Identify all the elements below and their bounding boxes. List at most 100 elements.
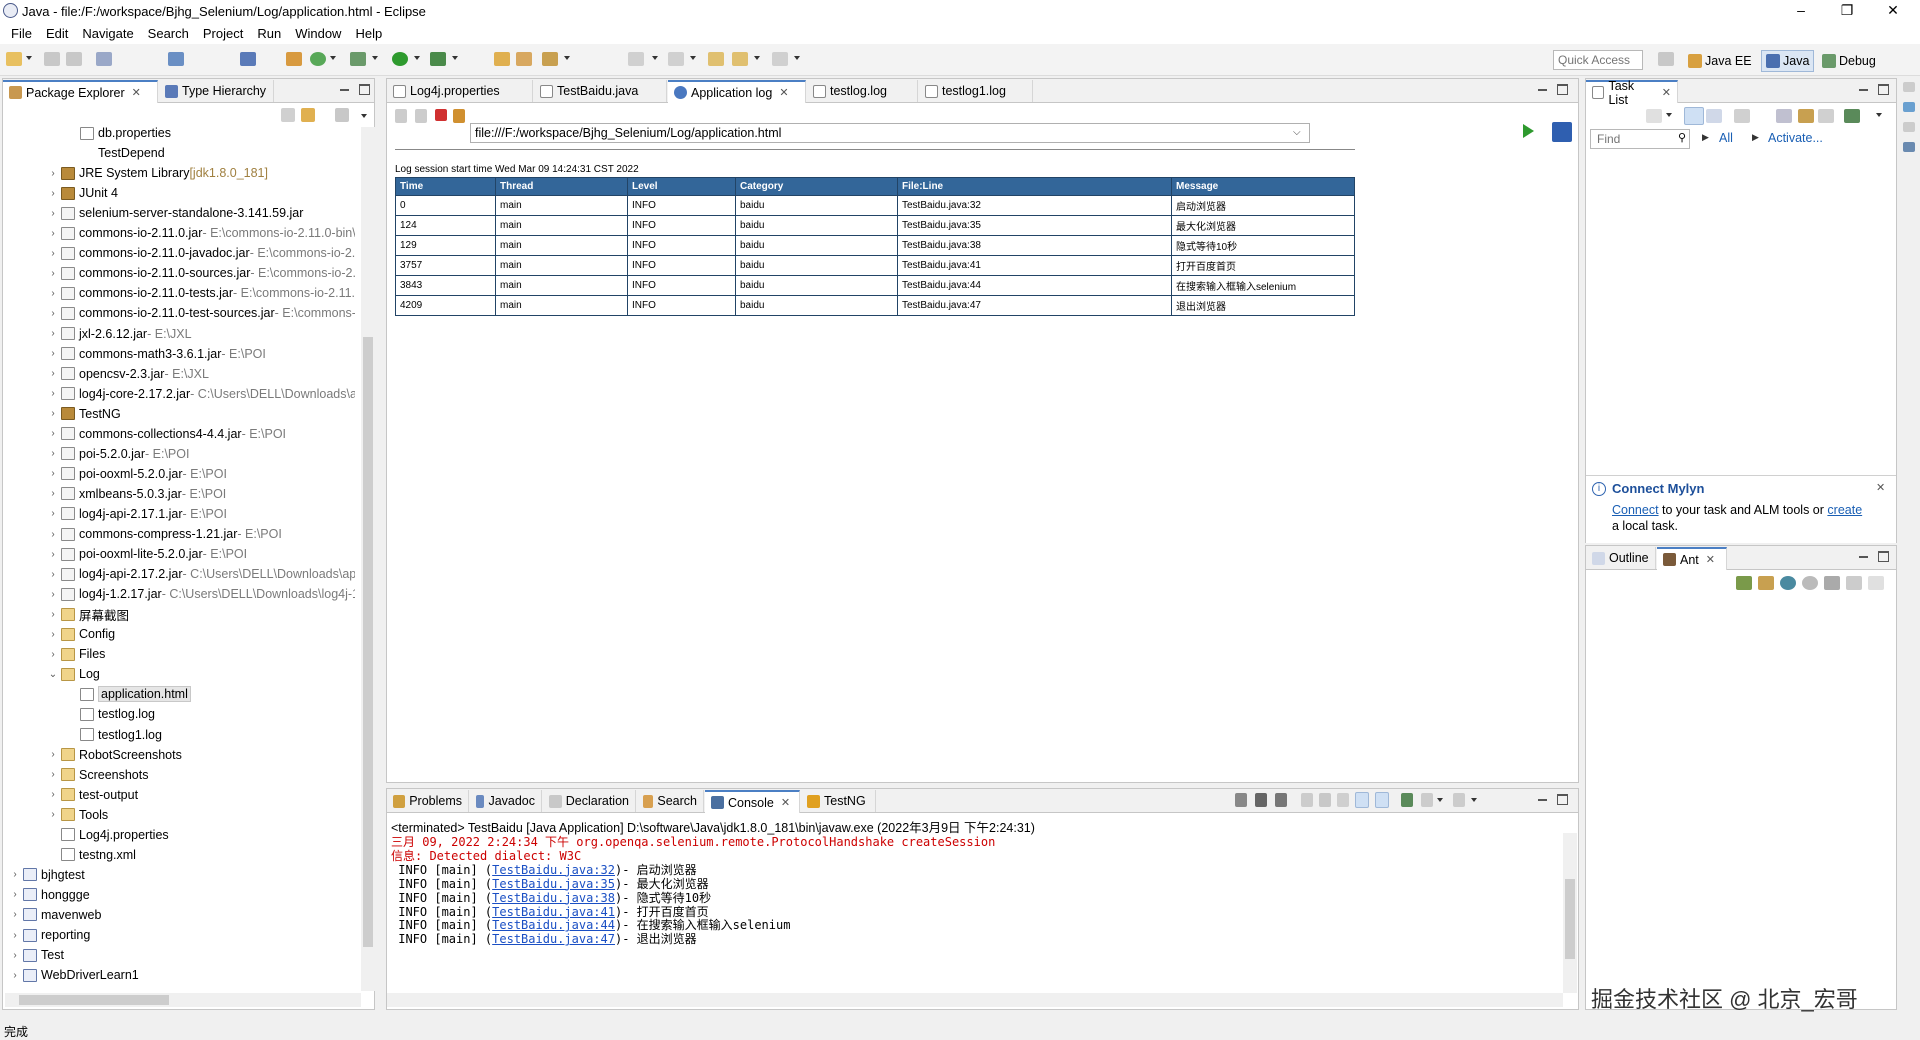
next-annotation-dropdown-icon[interactable] [652, 56, 658, 60]
minimize-icon[interactable] [1858, 551, 1869, 562]
next-annotation-icon[interactable] [628, 52, 644, 66]
chevron-right-icon[interactable]: › [47, 629, 59, 640]
external-tools-icon[interactable] [430, 52, 446, 66]
show-on-error-icon[interactable] [1375, 792, 1389, 808]
tree-item[interactable]: › RobotScreenshots [7, 747, 182, 763]
chevron-right-icon[interactable]: › [47, 649, 59, 660]
hide-completed-icon[interactable] [1734, 109, 1750, 123]
minimize-icon[interactable] [1858, 84, 1869, 95]
tab-testbaidu-java[interactable]: TestBaidu.java [534, 80, 667, 102]
chevron-right-icon[interactable]: › [47, 368, 59, 379]
restore-icon[interactable] [1903, 122, 1915, 132]
menu-navigate[interactable]: Navigate [75, 26, 140, 41]
tree-item[interactable]: › test-output [7, 787, 138, 803]
view-menu-icon[interactable] [361, 114, 367, 118]
tree-item[interactable]: ⌄ Log [7, 666, 100, 682]
tree-item[interactable]: › Files [7, 646, 105, 662]
tree-item[interactable]: › poi-ooxml-5.2.0.jar - E:\POI [7, 466, 227, 482]
debug-icon[interactable] [350, 52, 366, 66]
tab-declaration[interactable]: Declaration [543, 790, 636, 812]
tree-item[interactable]: › TestNG [7, 406, 120, 422]
tree-item[interactable]: › bjhgtest [7, 867, 84, 883]
minimize-icon[interactable] [1537, 84, 1548, 95]
prev-annotation-dropdown-icon[interactable] [690, 56, 696, 60]
connect-link[interactable]: Connect [1612, 503, 1659, 517]
scheduled-icon[interactable] [1706, 109, 1722, 123]
tree-scroll-thumb[interactable] [363, 337, 373, 947]
new-icon[interactable] [6, 52, 22, 66]
maximize-button[interactable]: ❐ [1824, 0, 1870, 22]
chevron-right-icon[interactable]: › [47, 388, 59, 399]
open-perspective-icon[interactable] [1658, 52, 1674, 66]
view-menu-icon[interactable] [1868, 576, 1884, 590]
collapse-all-icon[interactable] [281, 108, 295, 122]
remove-all-icon[interactable] [1846, 576, 1862, 590]
chevron-right-icon[interactable]: › [9, 970, 21, 981]
tree-item[interactable]: › commons-io-2.11.0.jar - E:\commons-io-2… [7, 225, 355, 241]
chevron-right-icon[interactable]: › [47, 288, 59, 299]
task-find-input[interactable] [1590, 129, 1690, 149]
run-icon[interactable] [392, 52, 408, 66]
show-on-output-icon[interactable] [1355, 792, 1369, 808]
open-console-icon[interactable] [1453, 793, 1465, 807]
tree-item[interactable]: › WebDriverLearn1 [7, 967, 138, 983]
minimize-icon[interactable] [339, 84, 350, 95]
forward-icon[interactable] [415, 109, 427, 123]
tab-application-log[interactable]: Application log ✕ [668, 80, 806, 103]
search-icon[interactable] [542, 52, 558, 66]
package-dropdown-icon[interactable] [330, 56, 336, 60]
chevron-right-icon[interactable]: › [47, 529, 59, 540]
chevron-right-icon[interactable]: › [47, 749, 59, 760]
restore-icon[interactable] [1903, 82, 1915, 92]
new-task-icon[interactable] [1646, 109, 1662, 123]
tab-log4j-properties[interactable]: Log4j.properties [387, 80, 533, 102]
skip-breakpoints-icon[interactable] [240, 52, 256, 66]
sync-changed-icon[interactable] [1844, 109, 1860, 123]
tree-hscroll-thumb[interactable] [19, 995, 169, 1005]
perspective-java-ee[interactable]: Java EE [1684, 50, 1756, 72]
new-java-project-icon[interactable] [286, 52, 302, 66]
search-dropdown-icon[interactable] [564, 56, 570, 60]
chevron-right-icon[interactable]: › [9, 930, 21, 941]
url-input[interactable] [470, 123, 1310, 143]
minimize-button[interactable]: – [1778, 0, 1824, 22]
chevron-right-icon[interactable]: › [47, 448, 59, 459]
tree-item[interactable]: › 屏幕截图 [7, 606, 129, 623]
url-dropdown-icon[interactable]: ⌵ [1293, 127, 1301, 138]
chevron-right-icon[interactable]: › [9, 950, 21, 961]
minimize-icon[interactable] [1537, 794, 1548, 805]
tree-item[interactable]: › honggge [7, 887, 89, 903]
tree-item[interactable]: › Tools [7, 807, 108, 823]
open-type-icon[interactable] [494, 52, 510, 66]
tree-item[interactable]: › opencsv-2.3.jar - E:\JXL [7, 366, 209, 382]
display-console-icon[interactable] [1421, 793, 1433, 807]
tree-item[interactable]: › log4j-1.2.17.jar - C:\Users\DELL\Downlo… [7, 586, 355, 602]
tab-problems[interactable]: Problems [387, 790, 469, 812]
open-task-icon[interactable] [516, 52, 532, 66]
chevron-right-icon[interactable]: › [47, 468, 59, 479]
close-icon[interactable]: ✕ [1876, 481, 1885, 494]
menu-help[interactable]: Help [348, 26, 389, 41]
chevron-right-icon[interactable]: › [47, 208, 59, 219]
menu-file[interactable]: File [4, 26, 39, 41]
close-icon[interactable]: ✕ [1662, 86, 1671, 99]
chevron-right-icon[interactable]: › [47, 188, 59, 199]
chevron-right-icon[interactable]: › [47, 408, 59, 419]
close-icon[interactable]: ✕ [132, 86, 141, 99]
terminate-icon[interactable] [1235, 793, 1247, 807]
close-icon[interactable]: ✕ [781, 796, 790, 809]
stop-icon[interactable] [435, 109, 447, 121]
tree-item[interactable]: › JRE System Library [jdk1.8.0_181] [7, 165, 268, 181]
source-link[interactable]: TestBaidu.java:47 [492, 932, 615, 946]
tree-item[interactable]: › JUnit 4 [7, 185, 118, 201]
save-all-icon[interactable] [66, 52, 82, 66]
run-target-icon[interactable] [1802, 576, 1818, 590]
tree-item[interactable]: › log4j-core-2.17.2.jar - C:\Users\DELL\D… [7, 386, 355, 402]
menu-edit[interactable]: Edit [39, 26, 75, 41]
chevron-right-icon[interactable]: › [47, 328, 59, 339]
tree-item[interactable]: › poi-5.2.0.jar - E:\POI [7, 446, 189, 462]
back-icon[interactable] [395, 109, 407, 123]
chevron-down-icon[interactable]: ⌄ [47, 669, 59, 680]
maximize-icon[interactable] [1878, 84, 1889, 95]
tree-item[interactable]: › commons-io-2.11.0-test-sources.jar - E:… [7, 305, 355, 321]
